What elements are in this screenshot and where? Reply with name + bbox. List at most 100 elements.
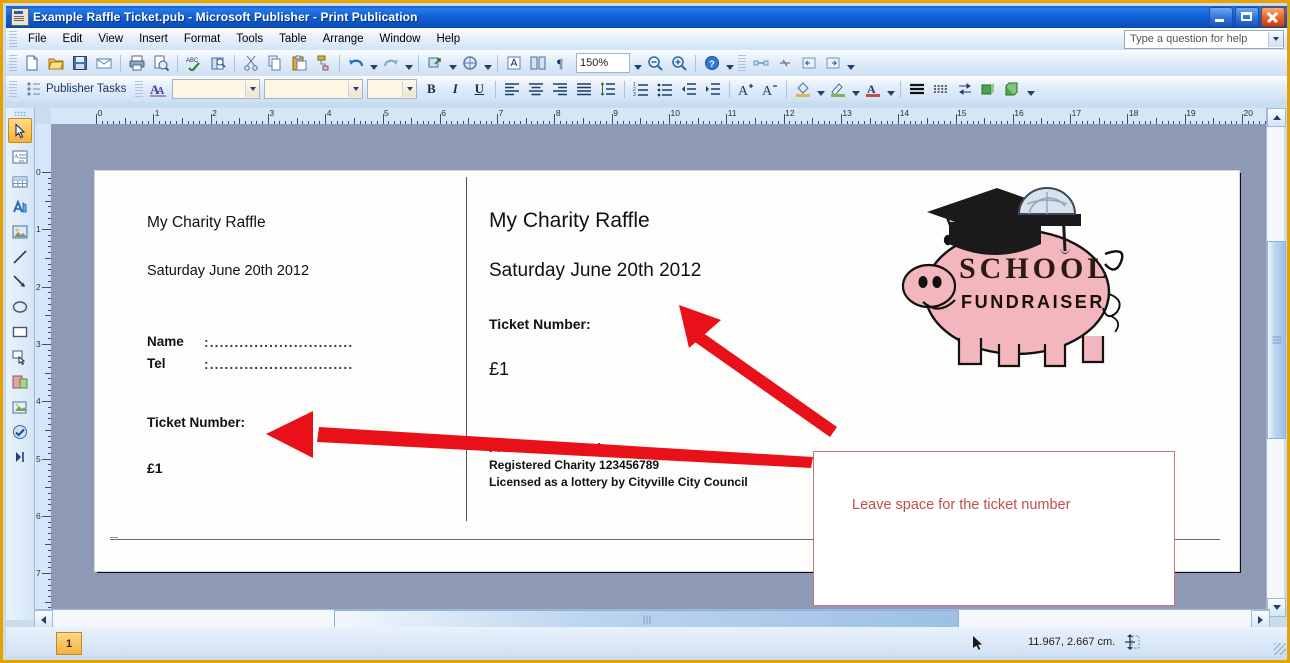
- italic-button[interactable]: I: [444, 78, 466, 100]
- objects-toolbar-expand-icon[interactable]: [9, 445, 31, 468]
- spelling-icon[interactable]: ABC: [183, 52, 205, 74]
- special-characters-icon[interactable]: [503, 52, 525, 74]
- ticket-number-label[interactable]: Ticket Number:: [489, 316, 591, 332]
- maximize-restore-button[interactable]: [1235, 7, 1259, 27]
- font-style-combo[interactable]: [264, 79, 364, 99]
- line-color-icon[interactable]: [827, 78, 849, 100]
- annotation-callout-box[interactable]: Leave space for the ticket number: [813, 451, 1175, 606]
- print-preview-icon[interactable]: [150, 52, 172, 74]
- email-icon[interactable]: [93, 52, 115, 74]
- line-spacing-icon[interactable]: [597, 78, 619, 100]
- ticket-price[interactable]: £1: [489, 359, 509, 380]
- print-icon[interactable]: [126, 52, 148, 74]
- connect-text-boxes-icon[interactable]: [750, 52, 772, 74]
- horizontal-ruler[interactable]: 0 1 2 3 4 5 6 7 8 9 10 11 12 13 14 15 16 17 18 19 20: [51, 108, 1269, 125]
- paste-icon[interactable]: [288, 52, 310, 74]
- menu-tools[interactable]: Tools: [228, 30, 271, 48]
- fill-color-icon[interactable]: [792, 78, 814, 100]
- styles-and-formatting-icon[interactable]: AA: [147, 78, 169, 100]
- standard-toolbar-overflow-icon[interactable]: [724, 52, 735, 74]
- stub-title[interactable]: My Charity Raffle: [147, 214, 266, 232]
- save-icon[interactable]: [69, 52, 91, 74]
- publisher-tasks-button[interactable]: Publisher Tasks: [20, 81, 132, 97]
- redo-icon[interactable]: [380, 52, 402, 74]
- objects-toolbar-grip[interactable]: [14, 111, 26, 116]
- font-color-dropdown-icon[interactable]: [885, 78, 896, 100]
- align-right-icon[interactable]: [549, 78, 571, 100]
- vertical-ruler[interactable]: 0 1 2 3 4 5 6 7: [34, 124, 52, 617]
- zoom-in-icon[interactable]: [668, 52, 690, 74]
- autoshapes-icon[interactable]: [9, 345, 31, 368]
- 3d-style-icon[interactable]: [1002, 78, 1024, 100]
- dash-style-icon[interactable]: [930, 78, 952, 100]
- design-gallery-icon[interactable]: [459, 52, 481, 74]
- ticket-footer-line-1[interactable]: Promotor: My Charity: [489, 441, 612, 455]
- ticket-footer-line-2[interactable]: Registered Charity 123456789: [489, 458, 659, 472]
- help-search-box[interactable]: Type a question for help: [1124, 29, 1284, 49]
- menu-view[interactable]: View: [90, 30, 131, 48]
- select-objects-icon[interactable]: [8, 118, 32, 143]
- two-page-spread-icon[interactable]: [527, 52, 549, 74]
- menu-grip-handle[interactable]: [9, 31, 17, 47]
- menu-edit[interactable]: Edit: [55, 30, 91, 48]
- menu-arrange[interactable]: Arrange: [315, 30, 372, 48]
- horizontal-scrollbar[interactable]: [34, 609, 1270, 629]
- zoom-dropdown-icon[interactable]: [632, 52, 643, 74]
- formatting-toolbar-grip[interactable]: [9, 81, 17, 97]
- bulleted-list-icon[interactable]: [654, 78, 676, 100]
- insert-hyperlink-icon[interactable]: [424, 52, 446, 74]
- new-icon[interactable]: [21, 52, 43, 74]
- menu-file[interactable]: File: [20, 30, 55, 48]
- minimize-button[interactable]: [1209, 7, 1233, 27]
- format-painter-icon[interactable]: [312, 52, 334, 74]
- connect-toolbar-grip[interactable]: [738, 55, 746, 71]
- cut-icon[interactable]: [240, 52, 262, 74]
- text-box-icon[interactable]: A: [9, 145, 31, 168]
- rectangle-icon[interactable]: [9, 320, 31, 343]
- stub-tel-label[interactable]: Tel: [147, 356, 166, 371]
- align-center-icon[interactable]: [525, 78, 547, 100]
- shadow-style-icon[interactable]: [978, 78, 1000, 100]
- font-size-combo[interactable]: [367, 79, 418, 99]
- stub-name-value[interactable]: :.............................: [204, 335, 353, 350]
- justify-icon[interactable]: [573, 78, 595, 100]
- picture-frame-icon[interactable]: [9, 220, 31, 243]
- align-left-icon[interactable]: [501, 78, 523, 100]
- ruler-corner[interactable]: [34, 108, 52, 125]
- insert-table-icon[interactable]: [9, 170, 31, 193]
- shrink-font-icon[interactable]: A: [759, 78, 781, 100]
- standard-toolbar-grip[interactable]: [9, 55, 17, 71]
- font-name-dropdown-icon[interactable]: [245, 81, 260, 97]
- stub-tel-value[interactable]: :.............................: [204, 357, 353, 372]
- resize-grip[interactable]: [1274, 643, 1286, 655]
- redo-dropdown-icon[interactable]: [403, 52, 414, 74]
- font-name-combo[interactable]: [172, 79, 261, 99]
- vertical-scroll-thumb[interactable]: [1267, 241, 1286, 439]
- copy-icon[interactable]: [264, 52, 286, 74]
- ticket-footer-line-3[interactable]: Licensed as a lottery by Cityville City …: [489, 475, 748, 489]
- next-text-box-icon[interactable]: [822, 52, 844, 74]
- open-icon[interactable]: [45, 52, 67, 74]
- fill-color-dropdown-icon[interactable]: [815, 78, 826, 100]
- vertical-scrollbar[interactable]: [1266, 108, 1286, 617]
- connect-toolbar-overflow-icon[interactable]: [845, 52, 856, 74]
- ticket-date[interactable]: Saturday June 20th 2012: [489, 260, 701, 282]
- menu-table[interactable]: Table: [271, 30, 315, 48]
- design-checker-icon[interactable]: [9, 420, 31, 443]
- hyperlink-dropdown-icon[interactable]: [447, 52, 458, 74]
- previous-text-box-icon[interactable]: [798, 52, 820, 74]
- menu-insert[interactable]: Insert: [131, 30, 176, 48]
- arrow-icon[interactable]: [9, 270, 31, 293]
- font-style-dropdown-icon[interactable]: [348, 81, 363, 97]
- stub-date[interactable]: Saturday June 20th 2012: [147, 263, 309, 279]
- undo-icon[interactable]: [345, 52, 367, 74]
- menu-window[interactable]: Window: [372, 30, 429, 48]
- ticket-title[interactable]: My Charity Raffle: [489, 209, 650, 233]
- wordart-icon[interactable]: [9, 195, 31, 218]
- arrow-style-icon[interactable]: [954, 78, 976, 100]
- zoom-combo[interactable]: 150%: [576, 53, 630, 73]
- stub-ticket-number-label[interactable]: Ticket Number:: [147, 415, 245, 430]
- school-fundraiser-piggy-bank-logo[interactable]: SCHOOL FUNDRAISER: [887, 186, 1145, 371]
- zoom-out-icon[interactable]: [644, 52, 666, 74]
- menu-help[interactable]: Help: [428, 30, 468, 48]
